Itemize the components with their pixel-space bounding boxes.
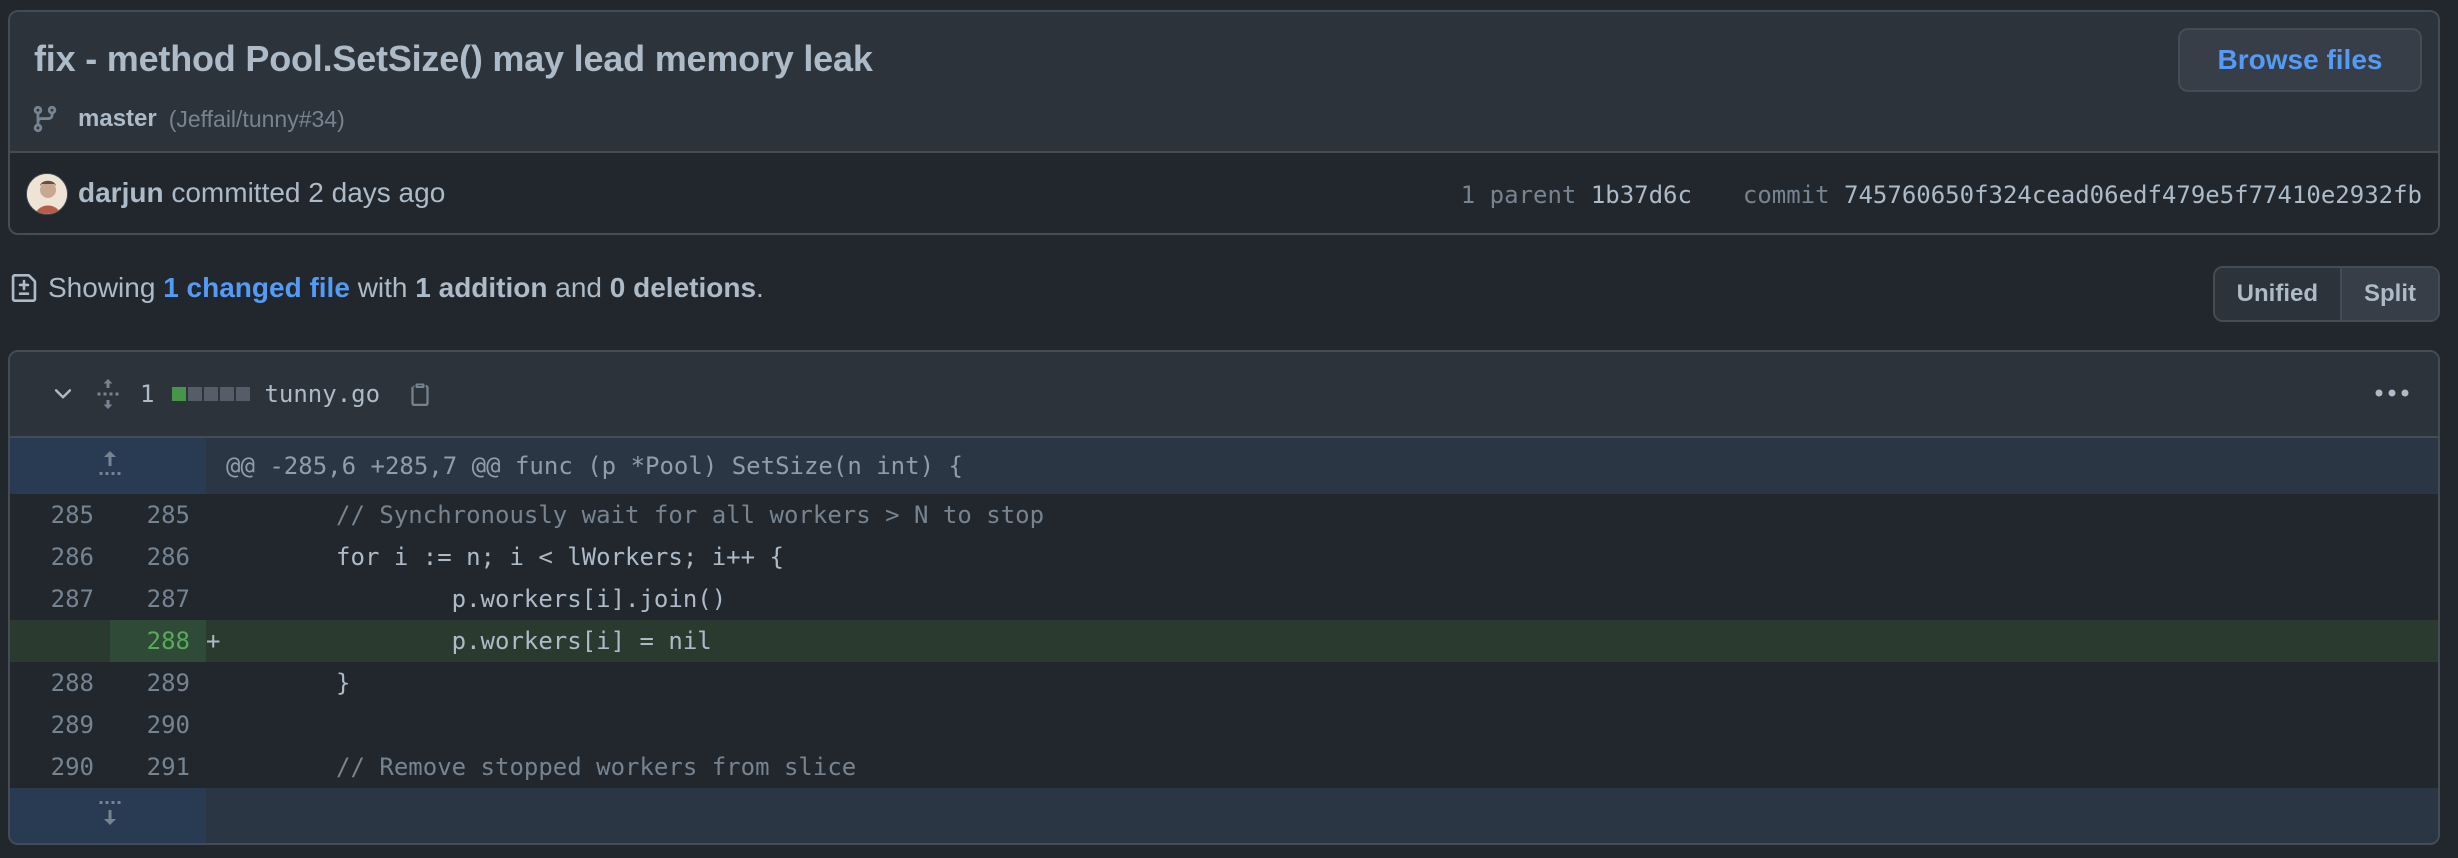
- commit-sha: 745760650f324cead06edf479e5f77410e2932fb: [1844, 181, 2422, 209]
- line-code: for i := n; i < lWorkers; i++ {: [206, 536, 2438, 578]
- commit-shas: 1 parent 1b37d6c commit 745760650f324cea…: [1461, 181, 2422, 209]
- kebab-horizontal-icon[interactable]: [2374, 380, 2410, 406]
- commit-title-section: fix - method Pool.SetSize() may lead mem…: [10, 12, 2438, 153]
- expand-up-gutter[interactable]: [10, 438, 206, 494]
- code-text: p.workers[i] = nil: [220, 627, 712, 655]
- diff-marker: [206, 669, 220, 697]
- hunk-header-text: @@ -285,6 +285,7 @@ func (p *Pool) SetSi…: [226, 452, 963, 480]
- commit-meta-section: darjun committed 2 days ago 1 parent 1b3…: [10, 155, 2438, 233]
- old-line-number[interactable]: 285: [10, 494, 110, 536]
- expand-down-icon[interactable]: [98, 798, 122, 828]
- file-diff: 1 tunny.go @@ -285,6 +285,7 @@ func (p *…: [8, 350, 2440, 845]
- old-line-number[interactable]: 288: [10, 662, 110, 704]
- code-text: // Remove stopped workers from slice: [220, 753, 857, 781]
- with-text: with: [357, 272, 408, 303]
- file-change-count: 1: [140, 380, 155, 408]
- author-link[interactable]: darjun: [78, 177, 164, 208]
- hunk-header-row: @@ -285,6 +285,7 @@ func (p *Pool) SetSi…: [10, 438, 2438, 494]
- diff-line: 289 290: [10, 704, 2438, 746]
- committed-text: committed: [171, 177, 301, 208]
- diff-line: 290 291 // Remove stopped workers from s…: [10, 746, 2438, 788]
- new-line-number[interactable]: 291: [110, 746, 206, 788]
- code-text: }: [220, 669, 351, 697]
- parent-sha-link[interactable]: 1b37d6c: [1591, 181, 1692, 209]
- diff-line: 286 286 for i := n; i < lWorkers; i++ {: [10, 536, 2438, 578]
- commit-title: fix - method Pool.SetSize() may lead mem…: [34, 38, 873, 79]
- new-line-number[interactable]: 285: [110, 494, 206, 536]
- file-header: 1 tunny.go: [10, 352, 2438, 438]
- diffstat-block: [172, 387, 187, 401]
- diff-marker: [206, 585, 220, 613]
- expand-down-filler: [206, 788, 2438, 843]
- diffstat-block: [220, 387, 235, 401]
- chevron-down-icon[interactable]: [50, 381, 76, 407]
- diff-line: 285 285 // Synchronously wait for all wo…: [10, 494, 2438, 536]
- code-text: for i := n; i < lWorkers; i++ {: [220, 543, 784, 571]
- browse-files-button[interactable]: Browse files: [2178, 28, 2422, 92]
- line-code: + p.workers[i] = nil: [206, 620, 2438, 662]
- unified-view-button[interactable]: Unified: [2214, 268, 2340, 320]
- old-line-number[interactable]: 289: [10, 704, 110, 746]
- expand-all-icon[interactable]: [96, 378, 120, 410]
- additions-count: 1 addition: [415, 272, 548, 303]
- diff-marker: +: [206, 627, 221, 655]
- diffstat-block: [188, 387, 203, 401]
- diff-line: 288 289 }: [10, 662, 2438, 704]
- new-line-number[interactable]: 289: [110, 662, 206, 704]
- new-line-number[interactable]: 287: [110, 578, 206, 620]
- new-line-number[interactable]: 286: [110, 536, 206, 578]
- expand-down-row: [10, 788, 2438, 843]
- diffstat-block: [204, 387, 219, 401]
- diff-marker: [206, 501, 220, 529]
- diff-marker: [206, 711, 220, 739]
- file-diff-icon: [11, 274, 37, 302]
- avatar-image: [27, 174, 67, 214]
- old-line-number[interactable]: 287: [10, 578, 110, 620]
- commit-header: fix - method Pool.SetSize() may lead mem…: [8, 10, 2440, 235]
- diff-marker: [206, 543, 220, 571]
- expand-down-gutter[interactable]: [10, 788, 206, 843]
- changed-files-link[interactable]: 1 changed file: [163, 272, 350, 304]
- author-avatar[interactable]: [26, 173, 68, 215]
- expand-up-icon[interactable]: [98, 448, 122, 478]
- copy-icon[interactable]: [408, 380, 432, 408]
- branch-link[interactable]: master: [78, 105, 157, 133]
- git-branch-icon: [33, 105, 57, 133]
- line-code: [206, 704, 2438, 746]
- branch-info: master (Jeffail/tunny#34): [30, 104, 345, 134]
- new-line-number[interactable]: 288: [110, 620, 206, 662]
- line-code: }: [206, 662, 2438, 704]
- file-name-link[interactable]: tunny.go: [264, 380, 380, 408]
- diff-table: @@ -285,6 +285,7 @@ func (p *Pool) SetSi…: [10, 438, 2438, 843]
- new-line-number[interactable]: 290: [110, 704, 206, 746]
- commit-time: 2 days ago: [308, 177, 446, 208]
- period-text: .: [756, 272, 764, 303]
- parent-label: 1 parent: [1460, 181, 1577, 209]
- code-text: // Synchronously wait for all workers > …: [220, 501, 1045, 529]
- split-view-button[interactable]: Split: [2340, 268, 2438, 320]
- diff-line: 287 287 p.workers[i].join(): [10, 578, 2438, 620]
- code-text: p.workers[i].join(): [220, 585, 727, 613]
- and-text: and: [555, 272, 602, 303]
- deletions-count: 0 deletions: [609, 272, 757, 303]
- line-code: // Remove stopped workers from slice: [206, 746, 2438, 788]
- diff-line-added: 288 + p.workers[i] = nil: [10, 620, 2438, 662]
- diff-view-toggle: Unified Split: [2212, 266, 2440, 322]
- diffstat-block: [236, 387, 251, 401]
- diff-marker: [206, 753, 220, 781]
- diffstat-bar: [172, 387, 252, 401]
- diff-summary: Showing 1 changed file with 1 addition a…: [10, 272, 764, 304]
- line-code: p.workers[i].join(): [206, 578, 2438, 620]
- old-line-number[interactable]: 286: [10, 536, 110, 578]
- pull-request-ref[interactable]: (Jeffail/tunny#34): [169, 106, 345, 133]
- commit-label: commit: [1742, 181, 1830, 209]
- old-line-number[interactable]: 290: [10, 746, 110, 788]
- showing-text: Showing: [48, 272, 156, 303]
- old-line-number[interactable]: [10, 620, 110, 662]
- author-line: darjun committed 2 days ago: [78, 177, 445, 209]
- line-code: // Synchronously wait for all workers > …: [206, 494, 2438, 536]
